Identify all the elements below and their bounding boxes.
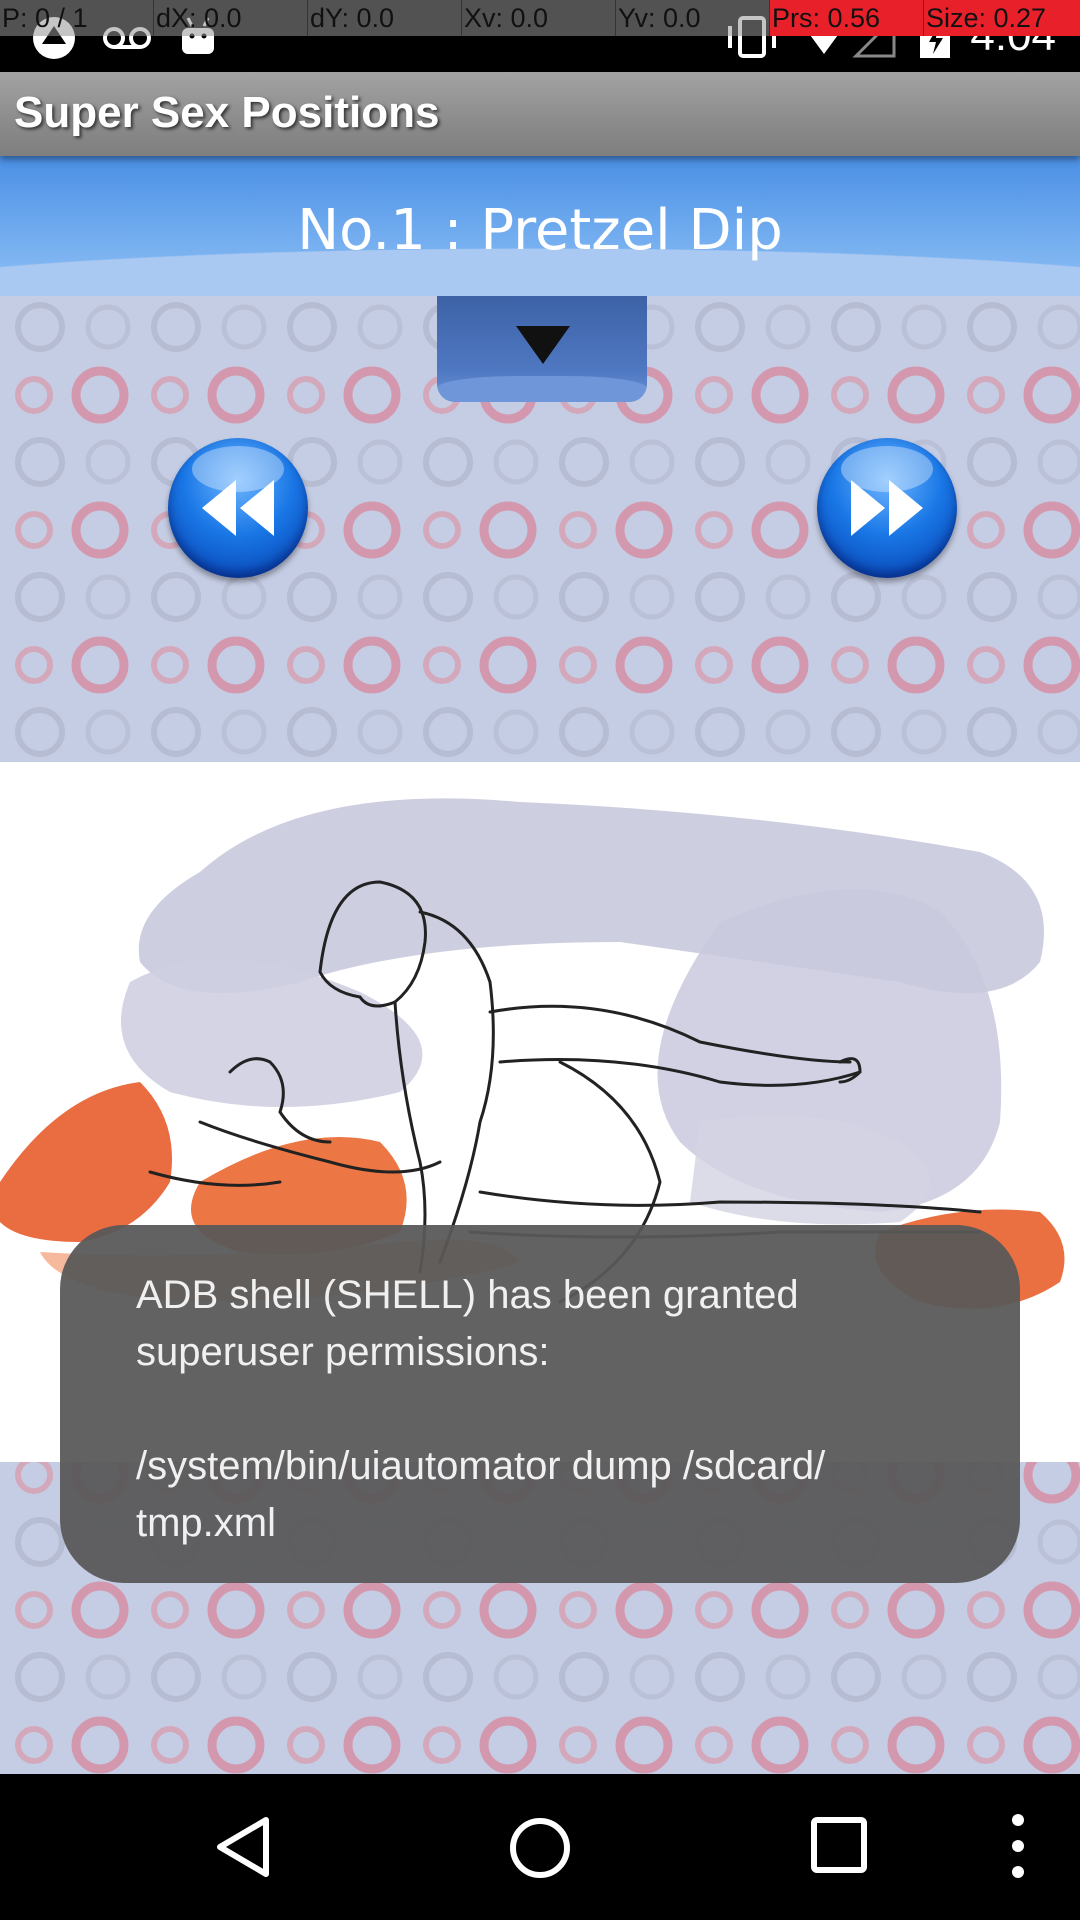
- screen: 4:04 P: 0 / 1 dX: 0.0 dY: 0.0 Xv: 0.0 Yv…: [0, 0, 1080, 1920]
- pointer-count: P: 0 / 1: [0, 0, 154, 36]
- system-navigation-bar: [0, 1774, 1080, 1920]
- position-list-dropdown-button[interactable]: [437, 296, 647, 402]
- next-position-button[interactable]: [817, 438, 957, 578]
- pointer-location-overlay: P: 0 / 1 dX: 0.0 dY: 0.0 Xv: 0.0 Yv: 0.0…: [0, 0, 1080, 36]
- delta-y: dY: 0.0: [308, 0, 462, 36]
- rewind-icon: [202, 480, 274, 536]
- touch-size: Size: 0.27: [924, 0, 1080, 36]
- superuser-toast: ADB shell (SHELL) has been granted super…: [60, 1225, 1020, 1583]
- action-bar: Super Sex Positions: [0, 72, 1080, 156]
- recents-icon[interactable]: [808, 1814, 872, 1878]
- position-header: No.1 : Pretzel Dip: [0, 156, 1080, 296]
- position-title: No.1 : Pretzel Dip: [297, 198, 783, 263]
- home-icon[interactable]: [506, 1814, 574, 1882]
- app-title: Super Sex Positions: [14, 88, 440, 137]
- back-icon[interactable]: [210, 1814, 276, 1880]
- triangle-down-icon: [516, 326, 570, 364]
- toast-line: /system/bin/uiautomator dump /sdcard/: [136, 1444, 826, 1488]
- delta-x: dX: 0.0: [154, 0, 308, 36]
- toast-line: ADB shell (SHELL) has been granted: [136, 1273, 799, 1317]
- overflow-menu-icon[interactable]: [1006, 1810, 1030, 1882]
- velocity-y: Yv: 0.0: [616, 0, 770, 36]
- velocity-x: Xv: 0.0: [462, 0, 616, 36]
- fast-forward-icon: [851, 480, 923, 536]
- toast-line: tmp.xml: [136, 1501, 276, 1545]
- pressure: Prs: 0.56: [770, 0, 924, 36]
- previous-position-button[interactable]: [168, 438, 308, 578]
- toast-line: superuser permissions:: [136, 1330, 550, 1374]
